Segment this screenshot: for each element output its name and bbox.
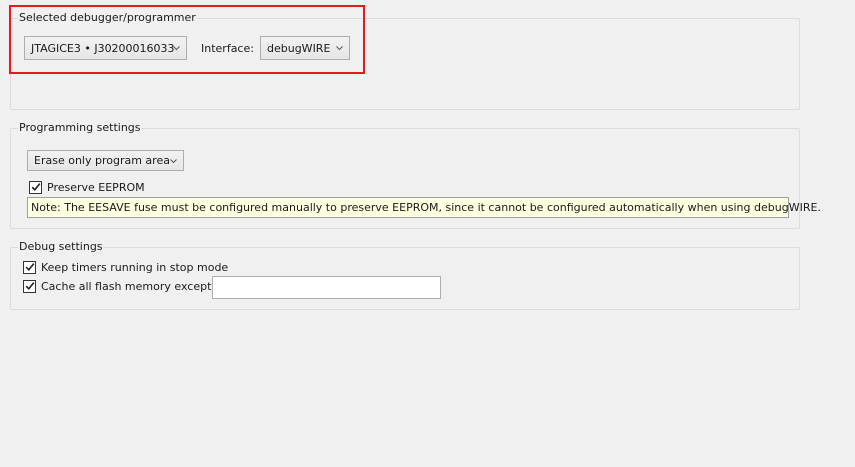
chevron-down-icon <box>170 159 177 164</box>
eesave-note: Note: The EESAVE fuse must be configured… <box>27 197 821 218</box>
debug-group-title: Debug settings <box>18 240 104 253</box>
checkmark-icon <box>31 183 41 191</box>
erase-mode-select-value: Erase only program area <box>34 154 170 167</box>
keep-timers-label: Keep timers running in stop mode <box>41 261 229 274</box>
preserve-eeprom-label: Preserve EEPROM <box>47 181 145 194</box>
cache-flash-label: Cache all flash memory except <box>41 280 212 293</box>
cache-flash-exception-input[interactable] <box>212 276 441 299</box>
highlight-box <box>9 5 365 74</box>
cache-flash-checkbox[interactable] <box>23 280 36 293</box>
preserve-eeprom-checkbox[interactable] <box>29 181 42 194</box>
programming-group-title: Programming settings <box>18 121 142 134</box>
erase-mode-select[interactable]: Erase only program area <box>27 150 184 171</box>
checkmark-icon <box>25 263 35 271</box>
checkmark-icon <box>25 282 35 290</box>
keep-timers-checkbox[interactable] <box>23 261 36 274</box>
